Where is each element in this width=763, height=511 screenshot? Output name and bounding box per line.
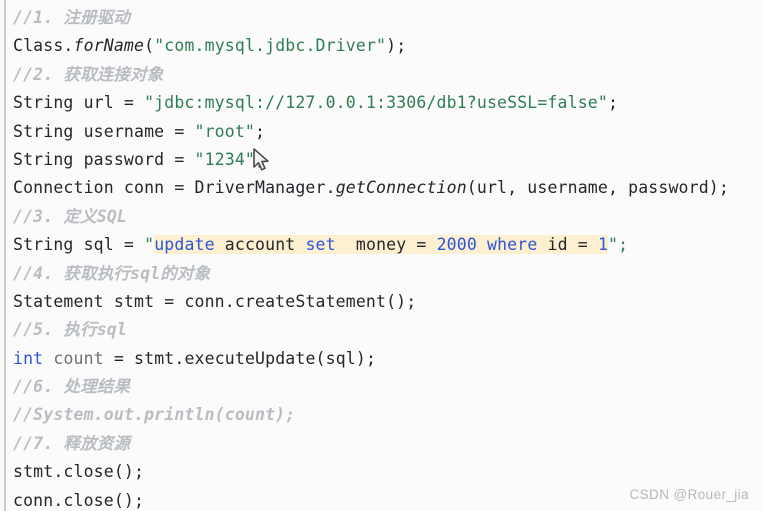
- code-token: //System.out.println(count);: [13, 405, 296, 425]
- code-token: int: [13, 348, 44, 368]
- code-line[interactable]: //2. 获取连接对象: [0, 61, 763, 89]
- code-line[interactable]: String url = "jdbc:mysql://127.0.0.1:330…: [0, 89, 763, 117]
- code-token: getConnection: [335, 178, 467, 198]
- code-token: = stmt.executeUpdate(sql);: [103, 348, 377, 368]
- code-token: ;: [255, 149, 266, 169]
- java-code-block[interactable]: //1. 注册驱动 Class.forName("com.mysql.jdbc.D…: [0, 0, 763, 511]
- code-token: "1234": [194, 149, 256, 169]
- code-token: String password =: [13, 149, 195, 169]
- code-token: Statement stmt = conn.createStatement();: [13, 291, 417, 311]
- code-line[interactable]: stmt.close();: [0, 458, 763, 486]
- code-token: "jdbc:mysql://127.0.0.1:3306/db1?useSSL=…: [144, 93, 608, 113]
- code-token: //7. 释放资源: [13, 433, 131, 453]
- code-token: ;: [255, 121, 266, 141]
- csdn-watermark: CSDN @Rouer_jia: [629, 487, 749, 502]
- code-token: String sql =: [13, 235, 145, 255]
- code-line[interactable]: //System.out.println(count);: [0, 401, 763, 429]
- code-token: //6. 处理结果: [13, 377, 131, 397]
- code-token: stmt.close();: [13, 462, 145, 482]
- code-token: money =: [335, 235, 437, 255]
- code-line[interactable]: Statement stmt = conn.createStatement();: [0, 288, 763, 316]
- code-line[interactable]: //7. 释放资源: [0, 430, 763, 458]
- code-token: //3. 定义SQL: [13, 206, 127, 226]
- code-token: Connection conn = DriverManager.: [13, 178, 336, 198]
- code-token: //5. 执行sql: [13, 320, 127, 340]
- code-line[interactable]: //4. 获取执行sql的对象: [0, 260, 763, 288]
- code-line[interactable]: //5. 执行sql: [0, 316, 763, 344]
- code-token: ;: [607, 93, 619, 113]
- code-token: ": [144, 235, 155, 255]
- code-token: //2. 获取连接对象: [13, 64, 164, 84]
- code-token: where: [487, 235, 538, 255]
- code-token: String url =: [13, 93, 145, 113]
- code-token: ";: [608, 235, 629, 255]
- code-line[interactable]: Class.forName("com.mysql.jdbc.Driver");: [0, 32, 763, 60]
- code-token: forName: [73, 36, 145, 56]
- code-token: 1: [597, 235, 609, 255]
- code-token: String username =: [13, 121, 195, 141]
- code-line[interactable]: String username = "root";: [0, 118, 763, 146]
- code-line[interactable]: //3. 定义SQL: [0, 203, 763, 231]
- code-line[interactable]: //1. 注册驱动: [0, 4, 763, 32]
- code-token: "root": [194, 121, 256, 141]
- code-token: "com.mysql.jdbc.Driver": [154, 36, 387, 56]
- code-token: set: [305, 235, 336, 255]
- code-token: account: [214, 235, 306, 255]
- code-line[interactable]: //6. 处理结果: [0, 373, 763, 401]
- code-line[interactable]: String password = "1234";: [0, 146, 763, 174]
- code-token: (: [144, 36, 155, 56]
- code-token: conn.close();: [13, 490, 145, 510]
- code-token: update: [154, 235, 215, 255]
- code-token: //1. 注册驱动: [13, 8, 131, 27]
- code-token: Class.: [13, 36, 74, 56]
- code-token: (url, username, password);: [466, 178, 729, 198]
- code-token: id =: [537, 235, 598, 255]
- code-token: [476, 235, 488, 255]
- code-token: 2000: [436, 235, 477, 255]
- code-line[interactable]: String sql = "update account set money =…: [0, 231, 763, 259]
- code-token: count: [53, 348, 104, 368]
- code-line[interactable]: Connection conn = DriverManager.getConne…: [0, 174, 763, 202]
- code-screenshot: //1. 注册驱动 Class.forName("com.mysql.jdbc.D…: [0, 0, 763, 511]
- code-token: );: [386, 36, 407, 56]
- code-token: //4. 获取执行sql的对象: [13, 263, 211, 283]
- code-line[interactable]: int count = stmt.executeUpdate(sql);: [0, 345, 763, 373]
